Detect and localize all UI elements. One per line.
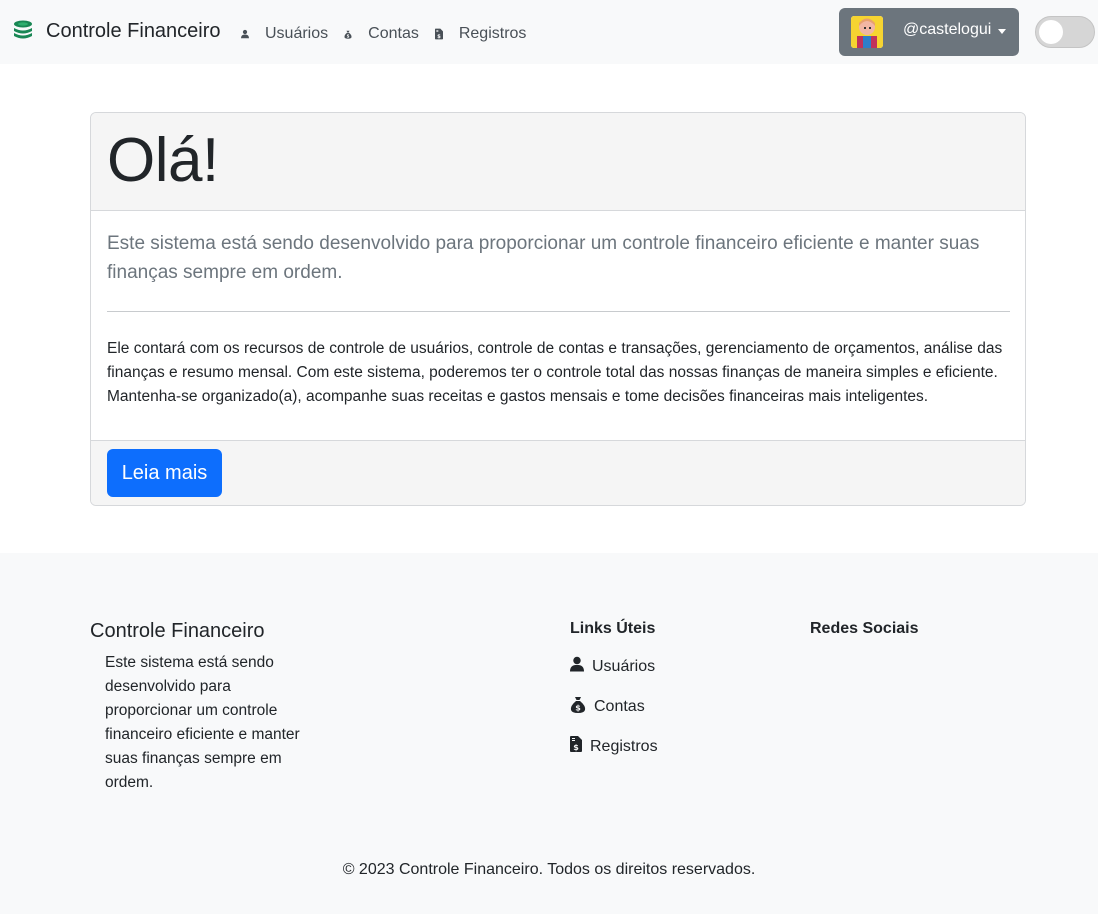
footer-link-contas[interactable]: $ Contas [570, 696, 645, 718]
avatar-icon [851, 16, 883, 48]
nav-link-usuarios[interactable]: Usuários [241, 25, 328, 43]
footer-links-title: Links Úteis [570, 620, 656, 637]
file-invoice-dollar-icon: $ [570, 736, 590, 757]
footer-link-label: Usuários [592, 657, 656, 675]
money-bag-icon: $ [570, 696, 594, 718]
svg-text:$: $ [437, 34, 441, 40]
navbar: Controle Financeiro Usuários $ Contas $ … [0, 0, 1098, 64]
nav-link-label: Registros [458, 25, 527, 42]
footer: Controle Financeiro Este sistema está se… [0, 553, 1098, 914]
card-header: Olá! [91, 113, 1025, 211]
username: @castelogui [903, 21, 992, 38]
user-dropdown-button[interactable]: @castelogui [839, 8, 1019, 56]
navbar-brand[interactable]: Controle Financeiro [12, 19, 221, 48]
nav-link-contas[interactable]: $ Contas [344, 25, 419, 43]
welcome-card: Olá! Este sistema está sendo desenvolvid… [90, 112, 1026, 506]
money-bag-icon: $ [344, 25, 360, 43]
user-icon [241, 25, 257, 43]
card-lead: Este sistema está sendo desenvolvido par… [107, 233, 980, 283]
footer-description: Este sistema está sendo desenvolvido par… [105, 654, 300, 791]
card-footer: Leia mais [91, 440, 1025, 505]
svg-text:$: $ [347, 33, 350, 38]
divider [107, 311, 1010, 312]
svg-text:$: $ [575, 704, 581, 713]
card-body-text: Ele contará com os recursos de controle … [107, 340, 1003, 405]
svg-text:$: $ [573, 743, 579, 752]
brand-title: Controle Financeiro [46, 19, 221, 42]
toggle-knob [1039, 20, 1063, 44]
file-invoice-dollar-icon: $ [434, 25, 451, 43]
nav-link-registros[interactable]: $ Registros [434, 25, 527, 43]
nav-link-label: Contas [368, 25, 419, 42]
card-title: Olá! [107, 126, 219, 195]
nav-link-label: Usuários [265, 25, 329, 42]
footer-link-registros[interactable]: $ Registros [570, 736, 658, 757]
coins-stack-icon [12, 19, 34, 48]
footer-social-title: Redes Sociais [810, 620, 919, 637]
nav-links: Usuários $ Contas $ Registros [241, 25, 542, 43]
theme-toggle[interactable] [1035, 16, 1095, 48]
footer-link-usuarios[interactable]: Usuários [570, 656, 655, 677]
user-icon [570, 656, 592, 677]
read-more-button[interactable]: Leia mais [107, 449, 222, 497]
chevron-down-icon [998, 29, 1006, 34]
footer-link-label: Contas [594, 698, 645, 715]
footer-link-label: Registros [590, 737, 658, 755]
copyright: © 2023 Controle Financeiro. Todos os dir… [342, 861, 756, 878]
footer-brand: Controle Financeiro [90, 620, 265, 642]
